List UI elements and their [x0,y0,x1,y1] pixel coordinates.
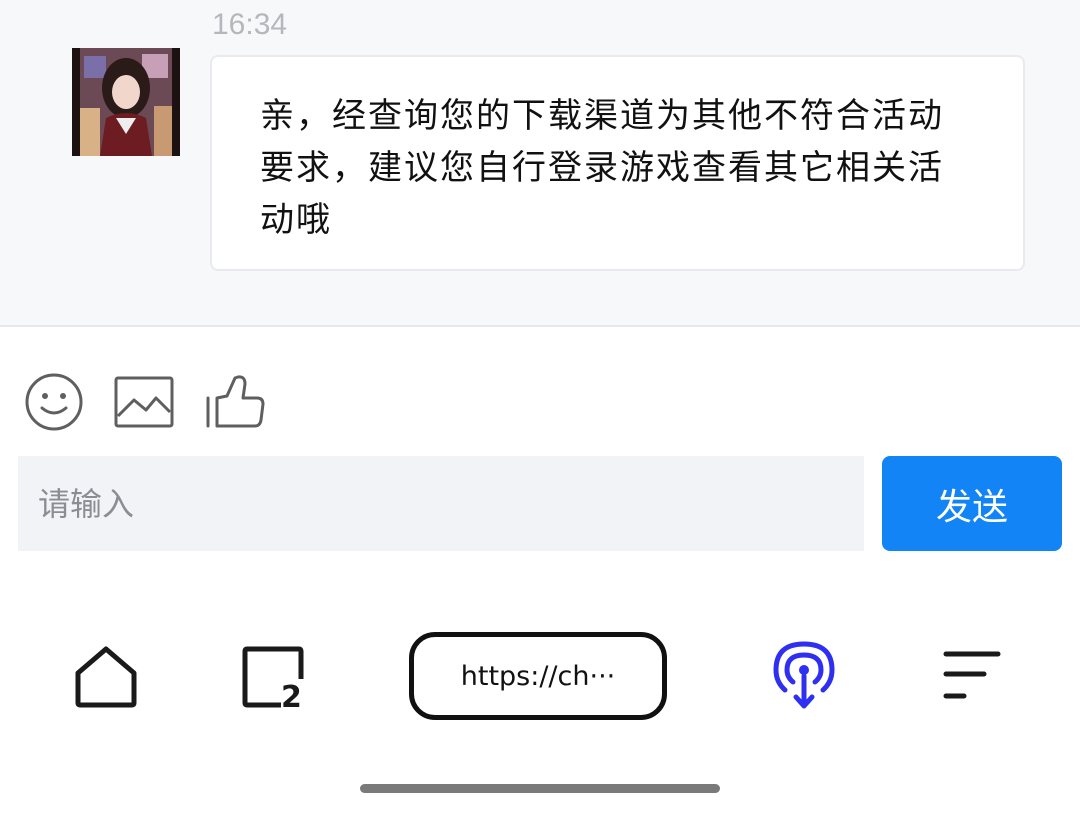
tab-count: 2 [281,680,302,709]
emoji-icon[interactable] [24,372,84,436]
podcast-download-icon[interactable] [773,640,835,716]
chat-area: 16:34 亲，经查询您的下载渠道为其他不符合活动要求，建议您自行登录游戏查看其… [0,0,1080,327]
home-icon[interactable] [74,645,138,713]
avatar[interactable] [72,48,180,156]
message-bubble: 亲，经查询您的下载渠道为其他不符合活动要求，建议您自行登录游戏查看其它相关活动哦 [210,55,1025,271]
message-input[interactable] [18,456,864,551]
image-icon[interactable] [114,376,174,432]
message-timestamp: 16:34 [212,8,288,41]
thumbs-up-icon[interactable] [205,374,265,434]
menu-icon[interactable] [942,650,1002,706]
url-text: https://ch··· [460,660,616,692]
message-text: 亲，经查询您的下载渠道为其他不符合活动要求，建议您自行登录游戏查看其它相关活动哦 [260,96,944,240]
tabs-icon[interactable]: 2 [241,645,307,715]
send-button[interactable]: 发送 [882,456,1062,551]
url-bar[interactable]: https://ch··· [409,632,667,720]
home-indicator[interactable] [360,784,720,793]
